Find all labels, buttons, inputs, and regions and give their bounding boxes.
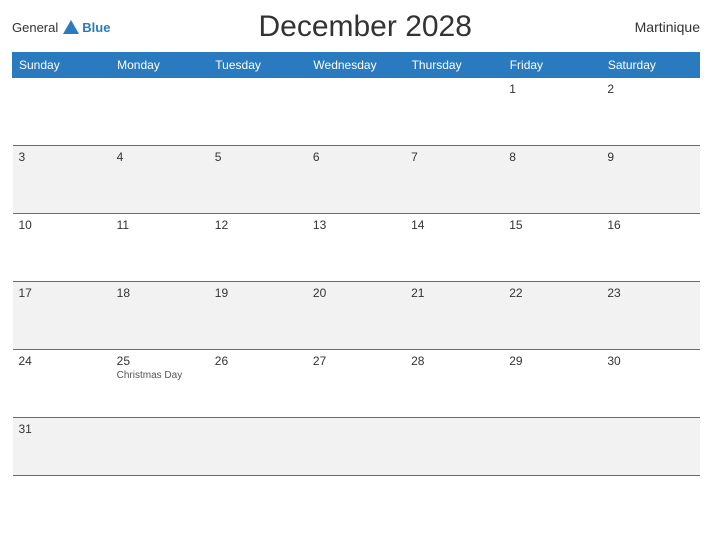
day-number: 21	[411, 286, 497, 300]
cell-w2-d0: 10	[13, 214, 111, 282]
day-number: 17	[19, 286, 105, 300]
cell-w2-d1: 11	[111, 214, 209, 282]
cell-w0-d1	[111, 78, 209, 146]
cell-w0-d6: 2	[601, 78, 699, 146]
cell-w2-d4: 14	[405, 214, 503, 282]
cell-w4-d5: 29	[503, 350, 601, 418]
cell-w5-d1	[111, 418, 209, 476]
cell-w1-d2: 5	[209, 146, 307, 214]
day-number: 23	[607, 286, 693, 300]
cell-w5-d3	[307, 418, 405, 476]
day-number: 25	[117, 354, 203, 368]
week-row-1: 12	[13, 78, 700, 146]
cell-w3-d1: 18	[111, 282, 209, 350]
region-label: Martinique	[620, 19, 700, 35]
cell-w0-d4	[405, 78, 503, 146]
holiday-label: Christmas Day	[117, 370, 203, 381]
cell-w5-d5	[503, 418, 601, 476]
day-number: 2	[607, 82, 693, 96]
calendar-container: General Blue December 2028 Martinique Su…	[0, 0, 712, 550]
day-number: 30	[607, 354, 693, 368]
month-title: December 2028	[110, 10, 620, 44]
cell-w2-d2: 12	[209, 214, 307, 282]
day-number: 27	[313, 354, 399, 368]
cell-w3-d0: 17	[13, 282, 111, 350]
day-number: 11	[117, 218, 203, 232]
cell-w0-d5: 1	[503, 78, 601, 146]
day-number: 12	[215, 218, 301, 232]
header-sunday: Sunday	[13, 53, 111, 78]
day-number: 19	[215, 286, 301, 300]
cell-w5-d0: 31	[13, 418, 111, 476]
cell-w2-d5: 15	[503, 214, 601, 282]
cell-w0-d2	[209, 78, 307, 146]
day-number: 7	[411, 150, 497, 164]
day-number: 18	[117, 286, 203, 300]
day-number: 16	[607, 218, 693, 232]
days-header-row: Sunday Monday Tuesday Wednesday Thursday…	[13, 53, 700, 78]
day-number: 24	[19, 354, 105, 368]
logo-blue: Blue	[82, 20, 110, 35]
day-number: 9	[607, 150, 693, 164]
day-number: 28	[411, 354, 497, 368]
day-number: 20	[313, 286, 399, 300]
cell-w5-d4	[405, 418, 503, 476]
cell-w4-d0: 24	[13, 350, 111, 418]
cell-w5-d6	[601, 418, 699, 476]
cell-w0-d0	[13, 78, 111, 146]
week-row-6: 31	[13, 418, 700, 476]
day-number: 31	[19, 422, 105, 436]
cell-w2-d3: 13	[307, 214, 405, 282]
day-number: 4	[117, 150, 203, 164]
week-row-4: 17 18 19 20 21 22 23	[13, 282, 700, 350]
week-row-2: 3456789	[13, 146, 700, 214]
day-number: 10	[19, 218, 105, 232]
header-saturday: Saturday	[601, 53, 699, 78]
header-wednesday: Wednesday	[307, 53, 405, 78]
cell-w3-d2: 19	[209, 282, 307, 350]
cell-w1-d5: 8	[503, 146, 601, 214]
logo-general: General	[12, 20, 58, 35]
cell-w3-d3: 20	[307, 282, 405, 350]
calendar-table: Sunday Monday Tuesday Wednesday Thursday…	[12, 52, 700, 476]
cell-w1-d1: 4	[111, 146, 209, 214]
day-number: 26	[215, 354, 301, 368]
cell-w1-d0: 3	[13, 146, 111, 214]
cell-w4-d4: 28	[405, 350, 503, 418]
cell-w3-d4: 21	[405, 282, 503, 350]
logo: General Blue	[12, 20, 110, 35]
cell-w4-d6: 30	[601, 350, 699, 418]
cell-w4-d1: 25 Christmas Day	[111, 350, 209, 418]
day-number: 14	[411, 218, 497, 232]
week-row-3: 10 11 12 13 14 15 16	[13, 214, 700, 282]
cell-w3-d5: 22	[503, 282, 601, 350]
cell-w2-d6: 16	[601, 214, 699, 282]
cell-w1-d6: 9	[601, 146, 699, 214]
cell-w1-d3: 6	[307, 146, 405, 214]
day-number: 5	[215, 150, 301, 164]
cell-w3-d6: 23	[601, 282, 699, 350]
cell-w4-d2: 26	[209, 350, 307, 418]
week-row-5: 24 25 Christmas Day 26 27 28 29 30	[13, 350, 700, 418]
day-number: 8	[509, 150, 595, 164]
day-number: 6	[313, 150, 399, 164]
day-number: 29	[509, 354, 595, 368]
header-monday: Monday	[111, 53, 209, 78]
day-number: 22	[509, 286, 595, 300]
calendar-header: General Blue December 2028 Martinique	[12, 10, 700, 44]
day-number: 1	[509, 82, 595, 96]
cell-w1-d4: 7	[405, 146, 503, 214]
cell-w4-d3: 27	[307, 350, 405, 418]
day-number: 3	[19, 150, 105, 164]
day-number: 13	[313, 218, 399, 232]
cell-w5-d2	[209, 418, 307, 476]
cell-w0-d3	[307, 78, 405, 146]
header-friday: Friday	[503, 53, 601, 78]
logo-triangle-icon	[63, 20, 79, 34]
header-tuesday: Tuesday	[209, 53, 307, 78]
header-thursday: Thursday	[405, 53, 503, 78]
day-number: 15	[509, 218, 595, 232]
